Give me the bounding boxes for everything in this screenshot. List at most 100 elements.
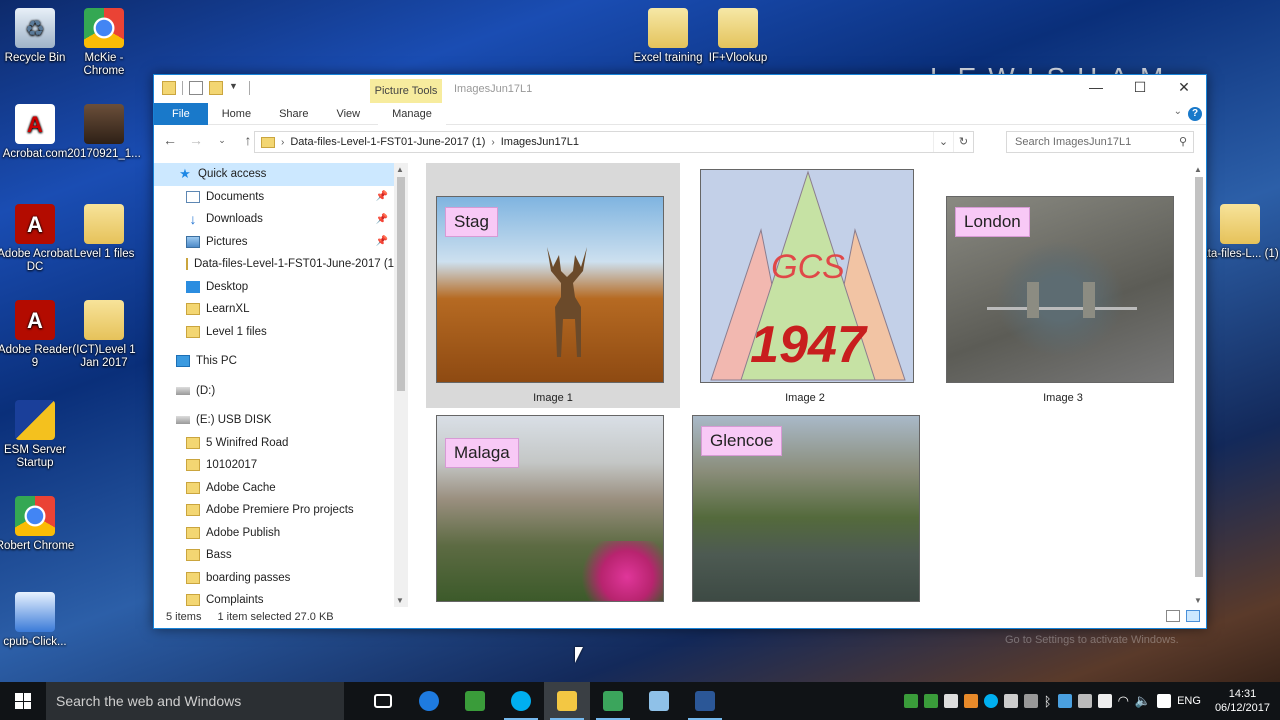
desktop-icon-robert-chrome[interactable]: Robert Chrome [0,496,75,553]
address-dropdown-icon[interactable]: ⌄ [933,132,953,152]
nav-data-files[interactable]: Data-files-Level-1-FST01-June-2017 (1) [154,253,394,276]
file-item[interactable]: London Image 3 [936,163,1190,408]
tab-share[interactable]: Share [265,103,322,125]
file-item[interactable]: Glencoe [682,413,936,607]
nav-this-pc[interactable]: This PC [154,350,394,373]
tab-home[interactable]: Home [208,103,265,125]
desktop-icon-data-files[interactable]: ata-files-L... (1) [1200,204,1280,261]
desktop-icon-mckie-chrome[interactable]: McKie - Chrome [64,8,144,78]
nav-usb-item[interactable]: 5 Winifred Road [154,432,394,455]
tab-view[interactable]: View [322,103,374,125]
nav-desktop[interactable]: Desktop [154,276,394,299]
content-scrollbar[interactable]: ▲ ▼ [1192,163,1206,607]
properties-icon[interactable] [189,81,203,95]
tray-app-icon[interactable] [923,694,938,708]
nav-downloads[interactable]: ↓ Downloads 📌 [154,208,394,231]
nav-quick-access[interactable]: ★ Quick access [154,163,394,186]
nav-drive-d[interactable]: (D:) [154,380,394,403]
nav-scrollbar[interactable]: ▲ ▼ [394,163,408,607]
details-view-icon[interactable] [1166,610,1180,622]
taskbar-notepad[interactable] [636,682,682,720]
refresh-icon[interactable]: ↻ [953,132,973,152]
nav-usb-item[interactable]: boarding passes [154,567,394,590]
tab-manage[interactable]: Manage [378,102,446,125]
battery-icon[interactable] [1097,694,1112,708]
language-indicator[interactable]: ENG [1177,695,1201,707]
scroll-down-icon[interactable]: ▼ [1194,596,1202,605]
scrollbar-thumb[interactable] [1195,177,1203,577]
breadcrumb-images[interactable]: ImagesJun17L1 [501,136,579,148]
nav-usb-item[interactable]: Bass [154,544,394,567]
taskbar-publisher[interactable] [452,682,498,720]
recent-locations-button[interactable]: ⌄ [214,135,230,146]
large-icons-view-icon[interactable] [1186,610,1200,622]
image-overlay-label: Stag [445,207,498,237]
tray-app-icon[interactable] [1057,694,1072,708]
tray-app-icon[interactable] [1023,694,1038,708]
tray-app-icon[interactable] [963,694,978,708]
scroll-up-icon[interactable]: ▲ [396,165,404,174]
desktop-icon-photo[interactable]: 20170921_1... [64,104,144,161]
taskbar-search-input[interactable]: Search the web and Windows [46,682,344,720]
tab-file[interactable]: File [154,102,208,125]
scroll-up-icon[interactable]: ▲ [1194,165,1202,174]
chevron-down-icon[interactable]: ▼ [229,81,243,95]
nav-usb-item[interactable]: Adobe Cache [154,477,394,500]
nav-usb-disk[interactable]: (E:) USB DISK [154,409,394,432]
file-explorer-window[interactable]: ▼ Picture Tools ImagesJun17L1 — ☐ ✕ File… [153,74,1207,629]
wifi-icon[interactable]: ◠ [1118,693,1129,709]
nav-usb-item[interactable]: Adobe Premiere Pro projects [154,499,394,522]
tray-shield-icon[interactable] [1003,694,1018,708]
title-bar[interactable]: ▼ Picture Tools ImagesJun17L1 — ☐ ✕ [154,75,1206,103]
flowers [573,541,663,601]
expand-ribbon-icon[interactable]: ⌄ [1174,106,1182,117]
start-button[interactable] [0,682,46,720]
breadcrumb-data-files[interactable]: Data-files-Level-1-FST01-June-2017 (1) [290,136,485,148]
file-item[interactable]: GCS 1947 Image 2 [690,163,920,408]
desktop-icon-esm-server[interactable]: ESM Server Startup [0,400,75,470]
taskbar-camtasia[interactable] [590,682,636,720]
nav-usb-item[interactable]: 10102017 [154,454,394,477]
taskbar-word[interactable] [682,682,728,720]
nav-usb-item[interactable]: Adobe Publish [154,522,394,545]
chevron-right-icon[interactable]: › [281,137,284,148]
desktop-icon-cpub[interactable]: cpub-Click... [0,592,75,649]
taskbar-edge[interactable] [406,682,452,720]
nav-learnxl[interactable]: LearnXL [154,298,394,321]
scroll-down-icon[interactable]: ▼ [396,596,404,605]
tray-skype-icon[interactable] [983,694,998,708]
maximize-button[interactable]: ☐ [1118,79,1162,96]
task-view-button[interactable] [360,682,406,720]
clock[interactable]: 14:31 06/12/2017 [1215,687,1270,715]
nav-level1-files[interactable]: Level 1 files [154,321,394,344]
desktop-icon-level1-files[interactable]: Level 1 files [64,204,144,261]
new-folder-icon[interactable] [209,81,223,95]
file-item[interactable]: Stag Image 1 [426,163,680,408]
tray-app-icon[interactable] [903,694,918,708]
file-item[interactable]: Malaga [426,413,680,607]
address-bar[interactable]: › Data-files-Level-1-FST01-June-2017 (1)… [254,131,974,153]
help-icon[interactable]: ? [1188,107,1202,121]
chevron-right-icon[interactable]: › [491,137,494,148]
forward-button[interactable]: → [188,132,204,148]
desktop-icon-if-vlookup[interactable]: IF+Vlookup [698,8,778,65]
picture-tools-tab: Picture Tools [370,79,442,103]
scrollbar-thumb[interactable] [397,177,405,391]
taskbar-file-explorer[interactable] [544,682,590,720]
bluetooth-icon[interactable]: ᛒ [1044,694,1052,709]
folder-icon[interactable] [162,81,176,95]
nav-pictures[interactable]: Pictures 📌 [154,231,394,254]
action-center-icon[interactable] [1157,694,1172,708]
close-button[interactable]: ✕ [1162,79,1206,96]
desktop-icon-excel-training[interactable]: Excel training [628,8,708,65]
tray-app-icon[interactable] [943,694,958,708]
desktop-icon-ict-level1[interactable]: (ICT)Level 1 Jan 2017 [64,300,144,370]
taskbar-skype[interactable] [498,682,544,720]
minimize-button[interactable]: — [1074,79,1118,95]
tray-app-icon[interactable] [1077,694,1092,708]
back-button[interactable]: ← [162,132,178,148]
nav-documents[interactable]: Documents 📌 [154,186,394,209]
volume-icon[interactable]: 🔈 [1135,693,1151,709]
nav-usb-item[interactable]: Complaints [154,589,394,607]
search-input[interactable]: Search ImagesJun17L1 ⚲ [1006,131,1194,153]
